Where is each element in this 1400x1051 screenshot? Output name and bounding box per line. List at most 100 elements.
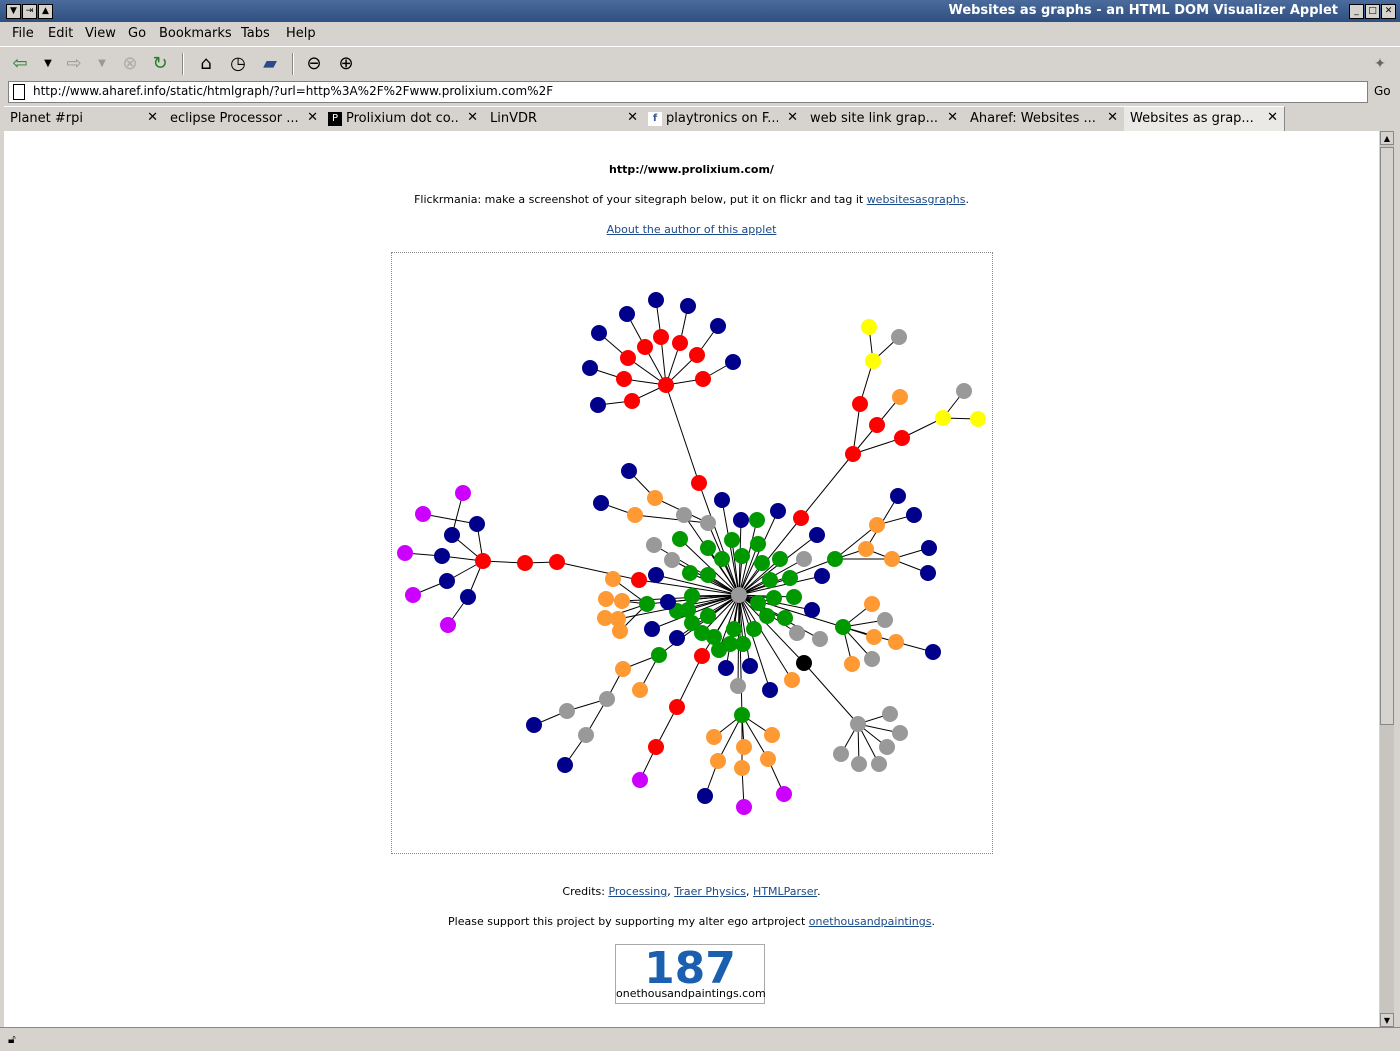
- graph-node-red[interactable]: [669, 699, 685, 715]
- graph-node-gray[interactable]: [879, 739, 895, 755]
- graph-node-blue[interactable]: [591, 325, 607, 341]
- graph-node-blue[interactable]: [762, 682, 778, 698]
- graph-node-blue[interactable]: [669, 630, 685, 646]
- back-arrow-icon[interactable]: ⇦: [8, 52, 32, 76]
- raise-button[interactable]: ▲: [38, 4, 53, 19]
- graph-node-green[interactable]: [682, 565, 698, 581]
- graph-node-orange[interactable]: [632, 682, 648, 698]
- graph-node-gray[interactable]: [796, 551, 812, 567]
- graph-node-red[interactable]: [894, 430, 910, 446]
- graph-node-blue[interactable]: [444, 527, 460, 543]
- graph-node-blue[interactable]: [469, 516, 485, 532]
- graph-node-violet[interactable]: [776, 786, 792, 802]
- graph-node-gray[interactable]: [731, 587, 747, 603]
- graph-node-blue[interactable]: [714, 492, 730, 508]
- close-tab-icon[interactable]: ✕: [627, 110, 638, 125]
- graph-node-green[interactable]: [639, 596, 655, 612]
- tab-web-site-link-graph[interactable]: web site link grap... ✕: [804, 106, 965, 131]
- graph-node-orange[interactable]: [864, 596, 880, 612]
- graph-node-blue[interactable]: [742, 658, 758, 674]
- graph-node-orange[interactable]: [784, 672, 800, 688]
- graph-node-blue[interactable]: [619, 306, 635, 322]
- graph-node-gray[interactable]: [891, 329, 907, 345]
- graph-node-yellow[interactable]: [970, 411, 986, 427]
- graph-node-violet[interactable]: [397, 545, 413, 561]
- graph-node-blue[interactable]: [680, 298, 696, 314]
- graph-node-gray[interactable]: [664, 552, 680, 568]
- close-tab-icon[interactable]: ✕: [1107, 110, 1118, 125]
- graph-node-red[interactable]: [869, 417, 885, 433]
- graph-node-blue[interactable]: [439, 573, 455, 589]
- close-tab-icon[interactable]: ✕: [307, 110, 318, 125]
- graph-node-orange[interactable]: [710, 753, 726, 769]
- graph-node-gray[interactable]: [789, 625, 805, 641]
- graph-node-yellow[interactable]: [865, 353, 881, 369]
- graph-node-green[interactable]: [762, 572, 778, 588]
- reload-icon[interactable]: ↻: [148, 52, 172, 76]
- graph-node-black[interactable]: [796, 655, 812, 671]
- tab-aharef[interactable]: Aharef: Websites ... ✕: [964, 106, 1125, 131]
- graph-node-gray[interactable]: [676, 507, 692, 523]
- graph-node-green[interactable]: [766, 590, 782, 606]
- graph-node-green[interactable]: [759, 608, 775, 624]
- url-input[interactable]: http://www.aharef.info/static/htmlgraph/…: [8, 81, 1368, 103]
- graph-node-red[interactable]: [658, 377, 674, 393]
- graph-node-orange[interactable]: [627, 507, 643, 523]
- menu-edit[interactable]: Edit: [48, 26, 73, 41]
- graph-node-violet[interactable]: [455, 485, 471, 501]
- graph-node-blue[interactable]: [648, 292, 664, 308]
- graph-node-gray[interactable]: [851, 756, 867, 772]
- graph-node-green[interactable]: [651, 647, 667, 663]
- graph-node-orange[interactable]: [597, 610, 613, 626]
- graph-node-orange[interactable]: [615, 661, 631, 677]
- close-tab-icon[interactable]: ✕: [1267, 110, 1278, 125]
- graph-node-blue[interactable]: [770, 503, 786, 519]
- scroll-up-icon[interactable]: ▲: [1380, 131, 1394, 145]
- home-icon[interactable]: ⌂: [194, 52, 218, 76]
- graph-node-orange[interactable]: [598, 591, 614, 607]
- scroll-down-icon[interactable]: ▼: [1380, 1013, 1394, 1027]
- graph-node-yellow[interactable]: [861, 319, 877, 335]
- graph-node-gray[interactable]: [700, 515, 716, 531]
- graph-node-orange[interactable]: [736, 739, 752, 755]
- tab-planet-rpi[interactable]: Planet #rpi ✕: [4, 106, 165, 131]
- graph-node-gray[interactable]: [871, 756, 887, 772]
- about-author-link[interactable]: About the author of this applet: [607, 223, 777, 236]
- tab-playtronics[interactable]: f playtronics on F... ✕: [644, 106, 805, 131]
- graph-node-blue[interactable]: [644, 621, 660, 637]
- back-dropdown-icon[interactable]: ▼: [36, 52, 60, 76]
- processing-link[interactable]: Processing: [608, 885, 667, 898]
- maximize-button[interactable]: □: [1365, 4, 1380, 19]
- graph-node-blue[interactable]: [526, 717, 542, 733]
- tab-eclipse[interactable]: eclipse Processor ... ✕: [164, 106, 325, 131]
- graph-node-gray[interactable]: [730, 678, 746, 694]
- graph-node-violet[interactable]: [632, 772, 648, 788]
- graph-node-gray[interactable]: [864, 651, 880, 667]
- graph-node-orange[interactable]: [605, 571, 621, 587]
- graph-node-green[interactable]: [734, 707, 750, 723]
- graph-node-blue[interactable]: [697, 788, 713, 804]
- graph-node-green[interactable]: [734, 548, 750, 564]
- graph-node-blue[interactable]: [434, 548, 450, 564]
- graph-node-red[interactable]: [653, 329, 669, 345]
- graph-applet[interactable]: [391, 252, 993, 854]
- graph-node-blue[interactable]: [925, 644, 941, 660]
- graph-node-green[interactable]: [749, 512, 765, 528]
- graph-node-red[interactable]: [517, 555, 533, 571]
- tab-linvdr[interactable]: LinVDR ✕: [484, 106, 645, 131]
- graph-node-orange[interactable]: [858, 541, 874, 557]
- graph-node-red[interactable]: [549, 554, 565, 570]
- graph-node-red[interactable]: [475, 553, 491, 569]
- graph-node-red[interactable]: [616, 371, 632, 387]
- graph-node-orange[interactable]: [844, 656, 860, 672]
- graph-node-blue[interactable]: [906, 507, 922, 523]
- graph-node-orange[interactable]: [866, 629, 882, 645]
- graph-node-blue[interactable]: [648, 567, 664, 583]
- graph-node-green[interactable]: [724, 532, 740, 548]
- graph-node-red[interactable]: [689, 347, 705, 363]
- graph-node-green[interactable]: [722, 636, 738, 652]
- graph-node-yellow[interactable]: [935, 410, 951, 426]
- graph-node-blue[interactable]: [920, 565, 936, 581]
- graph-node-gray[interactable]: [578, 727, 594, 743]
- graph-node-green[interactable]: [694, 625, 710, 641]
